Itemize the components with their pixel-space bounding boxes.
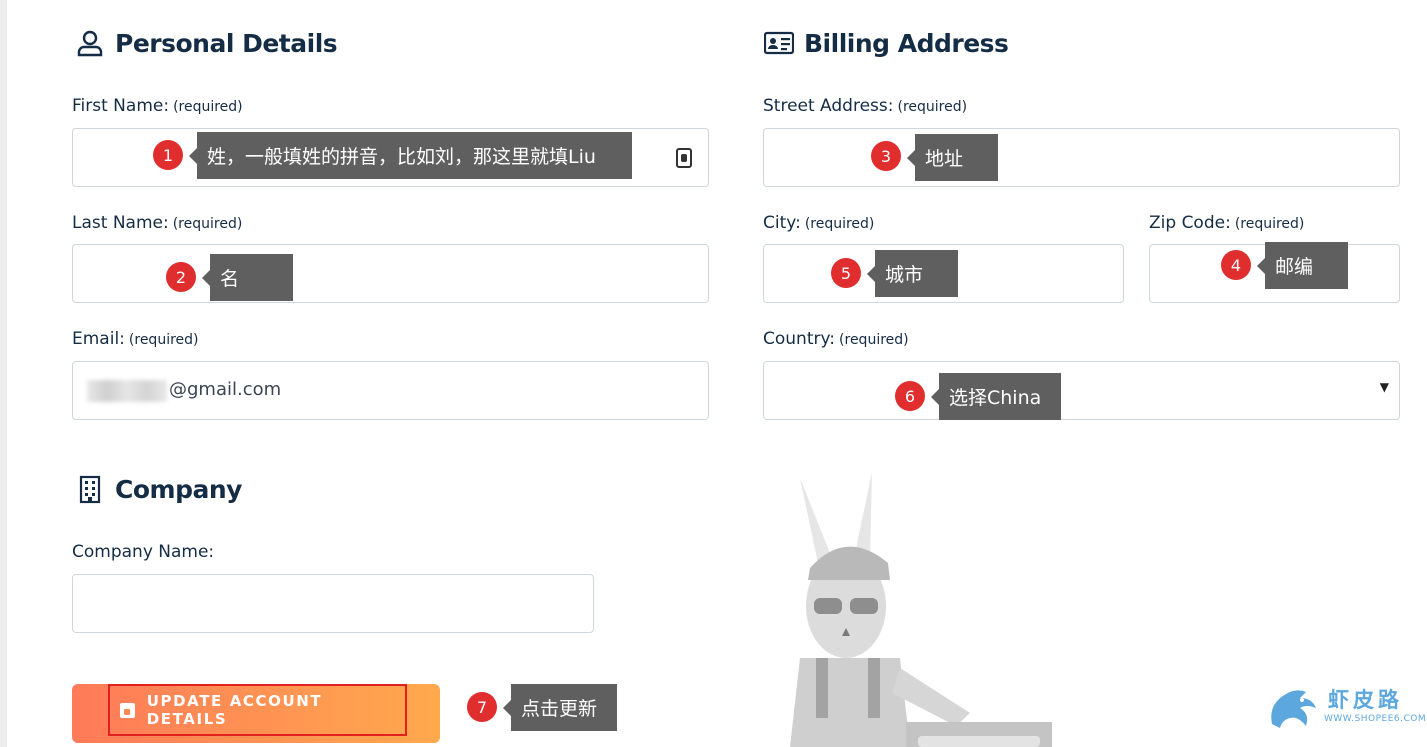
id-card-icon xyxy=(764,31,794,55)
email-input[interactable]: @gmail.com xyxy=(72,361,709,420)
annotation-badge-1: 1 xyxy=(153,140,183,170)
dropdown-arrow-icon[interactable]: ▼ xyxy=(1380,380,1389,394)
contact-card-icon[interactable] xyxy=(676,148,692,168)
city-label-text: City: xyxy=(763,213,801,233)
watermark-url: WWW.SHOPEE6.COM xyxy=(1324,714,1427,724)
annotation-badge-2: 2 xyxy=(166,262,196,292)
required-note: (required) xyxy=(128,332,199,348)
billing-address-title: Billing Address xyxy=(804,28,1009,58)
required-note: (required) xyxy=(897,99,968,115)
annotation-tip-4: 邮编 xyxy=(1257,242,1348,289)
update-account-details-button[interactable]: UPDATE ACCOUNT DETAILS xyxy=(72,684,440,743)
annotation-tip-5: 城市 xyxy=(867,250,958,297)
annotation-tip-7: 点击更新 xyxy=(503,684,617,731)
annotation-badge-7: 7 xyxy=(467,692,497,722)
last-name-label-text: Last Name: xyxy=(72,213,169,233)
required-note: (required) xyxy=(172,216,243,232)
rabbit-mascot-illustration xyxy=(790,472,1052,747)
company-name-label: Company Name: xyxy=(72,542,215,562)
email-label-text: Email: xyxy=(72,329,125,349)
street-address-input[interactable] xyxy=(763,128,1400,187)
watermark-logo: 虾皮路 WWW.SHOPEE6.COM xyxy=(1266,684,1426,734)
first-name-label: First Name: (required) xyxy=(72,96,243,116)
email-value: @gmail.com xyxy=(169,379,282,400)
save-icon xyxy=(120,702,135,718)
user-icon xyxy=(77,30,103,57)
redacted-email-prefix xyxy=(87,380,167,402)
last-name-label: Last Name: (required) xyxy=(72,213,242,233)
street-address-label-text: Street Address: xyxy=(763,96,894,116)
zip-code-label-text: Zip Code: xyxy=(1149,213,1231,233)
first-name-label-text: First Name: xyxy=(72,96,170,116)
zip-code-label: Zip Code: (required) xyxy=(1149,213,1304,233)
email-label: Email: (required) xyxy=(72,329,199,349)
building-icon xyxy=(79,475,101,504)
annotation-badge-6: 6 xyxy=(895,381,925,411)
annotation-tip-3: 地址 xyxy=(907,134,998,181)
page-edge xyxy=(0,0,7,747)
required-note: (required) xyxy=(173,99,243,115)
required-note: (required) xyxy=(839,332,909,348)
update-button-label: UPDATE ACCOUNT DETAILS xyxy=(146,692,323,728)
street-address-label: Street Address: (required) xyxy=(763,96,967,116)
required-note: (required) xyxy=(804,216,875,232)
required-note: (required) xyxy=(1234,216,1305,232)
personal-details-title: Personal Details xyxy=(115,28,338,58)
country-label-text: Country: xyxy=(763,329,836,349)
annotation-badge-5: 5 xyxy=(831,258,861,288)
annotation-tip-2: 名 xyxy=(202,254,293,301)
annotation-badge-3: 3 xyxy=(871,141,901,171)
company-title: Company xyxy=(115,474,242,504)
dragon-logo-icon xyxy=(1271,690,1316,728)
company-heading: Company xyxy=(75,474,242,504)
personal-details-heading: Personal Details xyxy=(75,28,338,58)
annotation-tip-6: 选择China xyxy=(931,373,1061,420)
company-name-input[interactable] xyxy=(72,574,594,633)
button-highlight-box[interactable]: UPDATE ACCOUNT DETAILS xyxy=(108,684,407,736)
city-label: City: (required) xyxy=(763,213,874,233)
country-select[interactable]: ▼ xyxy=(763,361,1400,420)
country-label: Country: (required) xyxy=(763,329,909,349)
annotation-badge-4: 4 xyxy=(1221,250,1251,280)
annotation-tip-1: 姓，一般填姓的拼音，比如刘，那这里就填Liu xyxy=(189,132,632,179)
watermark-name: 虾皮路 xyxy=(1328,688,1403,712)
billing-address-heading: Billing Address xyxy=(764,28,1009,58)
